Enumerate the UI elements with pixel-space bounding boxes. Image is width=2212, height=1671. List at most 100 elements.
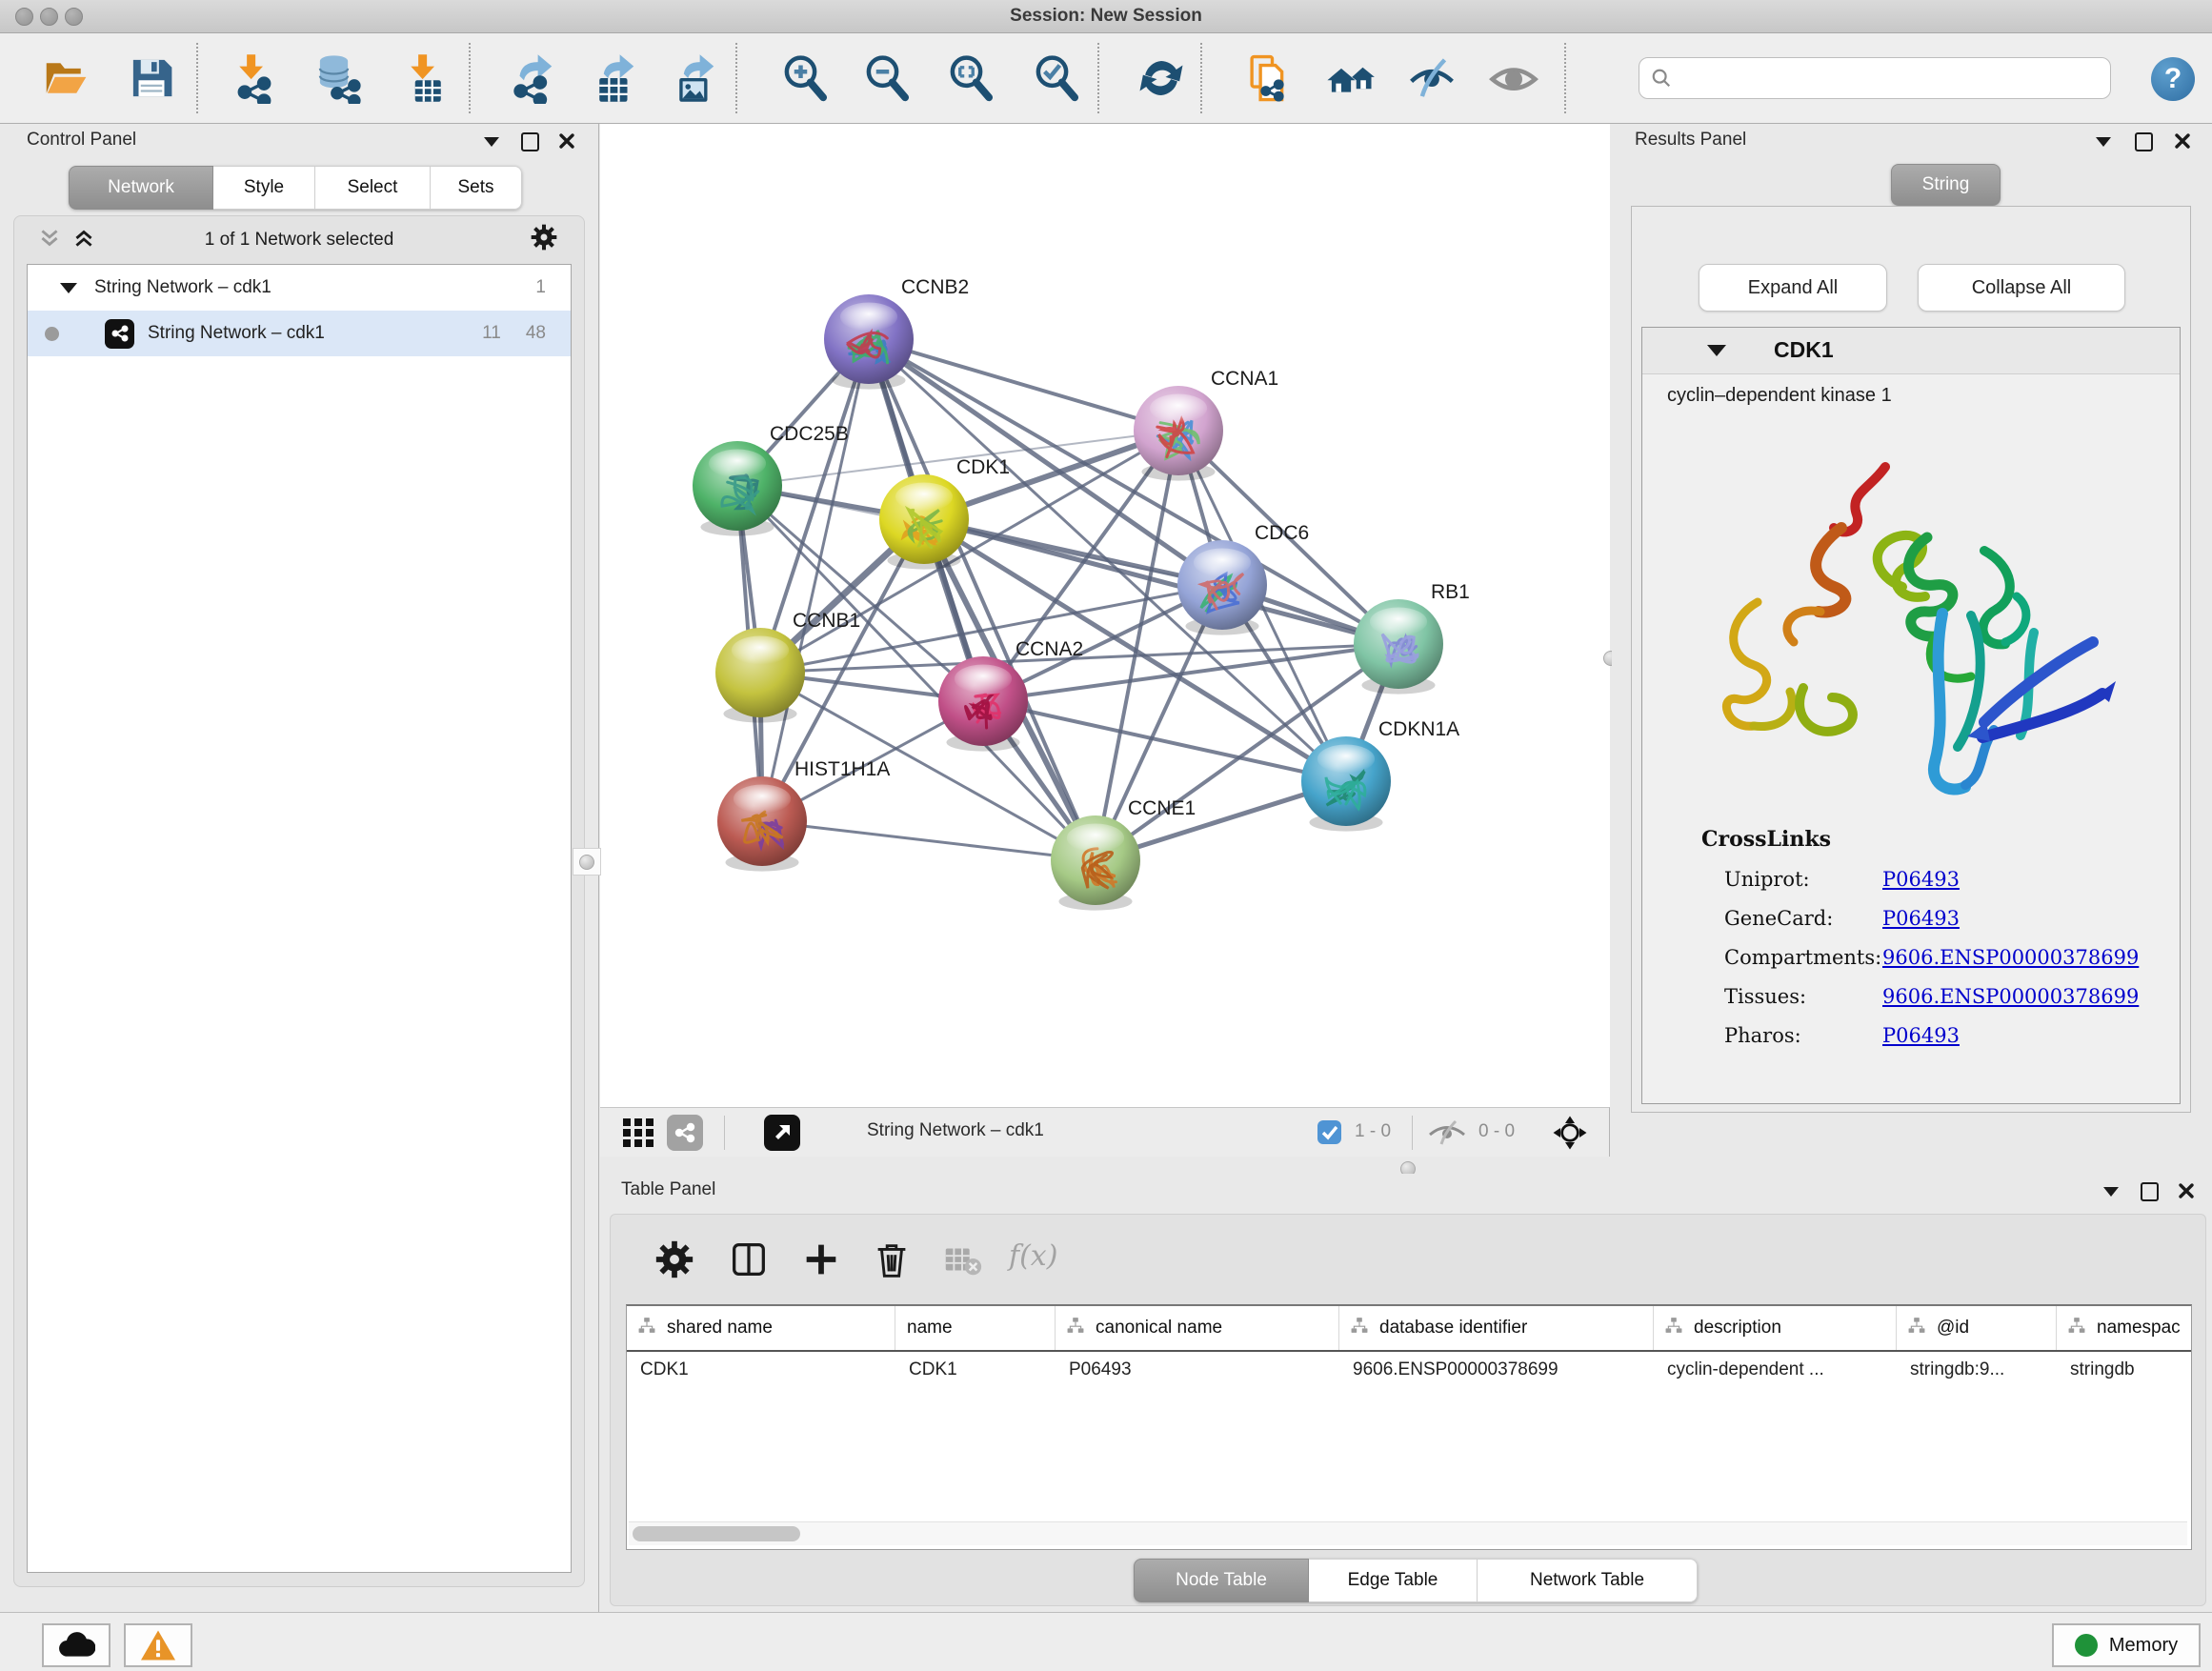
zoom-in-icon[interactable] xyxy=(779,52,831,104)
left-splitter-handle[interactable] xyxy=(573,848,601,876)
network-node-RB1[interactable] xyxy=(1354,599,1443,695)
grid-view-icon[interactable] xyxy=(621,1115,655,1154)
network-node-HIST1H1A[interactable] xyxy=(717,776,807,872)
network-node-CDK1[interactable] xyxy=(879,474,969,570)
open-session-icon[interactable] xyxy=(40,52,91,104)
help-button[interactable]: ? xyxy=(2151,57,2195,101)
panel-float-icon[interactable] xyxy=(2135,132,2153,151)
hide-selected-eye-slash-icon[interactable] xyxy=(1406,52,1458,104)
import-table-from-file-icon[interactable] xyxy=(400,52,452,104)
scrollbar-thumb[interactable] xyxy=(633,1526,800,1541)
zoom-selected-icon[interactable] xyxy=(1031,52,1082,104)
crosslink-link[interactable]: 9606.ENSP00000378699 xyxy=(1882,985,2139,1008)
selected-checkbox-icon[interactable] xyxy=(1317,1119,1342,1150)
network-node-CCNB1[interactable] xyxy=(715,628,805,723)
tab-string[interactable]: String xyxy=(1891,164,2001,206)
network-node-CDC6[interactable] xyxy=(1177,540,1267,635)
tab-sets[interactable]: Sets xyxy=(431,166,522,210)
network-node-CCNA2[interactable] xyxy=(938,656,1028,752)
column-header-database-identifier[interactable]: database identifier xyxy=(1339,1306,1654,1350)
crosslink-link[interactable]: P06493 xyxy=(1882,907,1960,930)
add-column-plus-icon[interactable] xyxy=(799,1238,843,1281)
tab-edge-table[interactable]: Edge Table xyxy=(1309,1559,1478,1602)
network-view-icon[interactable] xyxy=(667,1115,703,1151)
panel-close-icon[interactable] xyxy=(2178,1182,2195,1199)
table-cell[interactable]: stringdb xyxy=(2057,1352,2191,1388)
table-options-gear-icon[interactable] xyxy=(653,1238,696,1281)
network-canvas[interactable]: CCNB2CCNA1CDC25BCDK1CDC6RB1CCNB1CCNA2CDK… xyxy=(600,124,1610,1107)
table-horizontal-scrollbar[interactable] xyxy=(629,1521,2187,1545)
network-list-group: 1 of 1 Network selected String Network –… xyxy=(13,215,585,1587)
table-cell[interactable]: cyclin-dependent ... xyxy=(1654,1352,1897,1388)
tab-node-table[interactable]: Node Table xyxy=(1134,1559,1309,1602)
search-input[interactable] xyxy=(1679,67,2110,90)
delete-column-trash-icon[interactable] xyxy=(870,1238,914,1281)
export-network-icon[interactable] xyxy=(507,52,558,104)
panel-close-icon[interactable] xyxy=(558,132,575,150)
table-row[interactable]: CDK1CDK1P064939606.ENSP00000378699cyclin… xyxy=(627,1352,2191,1388)
network-row[interactable]: String Network – cdk1 11 48 xyxy=(28,311,571,356)
crosslink-link[interactable]: P06493 xyxy=(1882,868,1960,891)
import-network-from-file-icon[interactable] xyxy=(229,52,280,104)
column-header-namespac[interactable]: namespac xyxy=(2057,1306,2191,1350)
hidden-eye-slash-icon[interactable] xyxy=(1427,1119,1467,1151)
collapse-all-button[interactable]: Collapse All xyxy=(1918,264,2125,312)
panel-float-icon[interactable] xyxy=(2141,1182,2159,1201)
birds-eye-view-icon[interactable] xyxy=(764,1115,800,1151)
network-edge-CCNB2-CCNA1[interactable] xyxy=(869,339,1178,431)
search-box[interactable] xyxy=(1639,57,2111,99)
save-session-icon[interactable] xyxy=(126,52,177,104)
panel-menu-caret-icon[interactable] xyxy=(2103,1187,2119,1197)
delete-table-icon[interactable] xyxy=(940,1238,984,1281)
panel-menu-caret-icon[interactable] xyxy=(2096,137,2111,147)
show-columns-icon[interactable] xyxy=(727,1238,771,1281)
tab-style[interactable]: Style xyxy=(213,166,315,210)
warning-status-button[interactable] xyxy=(124,1623,192,1667)
center-view-crosshair-icon[interactable] xyxy=(1551,1114,1589,1157)
zoom-fit-icon[interactable] xyxy=(945,52,996,104)
crosslink-link[interactable]: 9606.ENSP00000378699 xyxy=(1882,946,2139,969)
table-cell[interactable]: CDK1 xyxy=(895,1352,1056,1388)
panel-menu-caret-icon[interactable] xyxy=(484,137,499,147)
table-cell[interactable]: stringdb:9... xyxy=(1897,1352,2057,1388)
home-icon[interactable] xyxy=(1324,52,1376,104)
function-builder-icon[interactable]: f(x) xyxy=(1009,1239,1057,1273)
table-cell[interactable]: P06493 xyxy=(1056,1352,1339,1388)
panel-close-icon[interactable] xyxy=(2174,132,2191,150)
network-node-CDC25B[interactable] xyxy=(693,441,782,536)
toolbar-separator xyxy=(1564,43,1566,113)
zoom-out-icon[interactable] xyxy=(861,52,913,104)
export-image-icon[interactable] xyxy=(669,52,720,104)
network-node-CDKN1A[interactable] xyxy=(1301,736,1391,832)
column-header-description[interactable]: description xyxy=(1654,1306,1897,1350)
tab-network-table[interactable]: Network Table xyxy=(1478,1559,1698,1602)
collection-expand-caret-icon[interactable] xyxy=(60,283,77,293)
network-node-label-CCNA2: CCNA2 xyxy=(1016,638,1083,660)
cloud-status-button[interactable] xyxy=(42,1623,111,1667)
network-options-gear-icon[interactable] xyxy=(529,222,559,252)
clone-network-icon[interactable] xyxy=(1242,52,1294,104)
memory-button[interactable]: Memory xyxy=(2052,1623,2201,1667)
network-edge-HIST1H1A-CCNE1[interactable] xyxy=(762,821,1096,860)
table-cell[interactable]: 9606.ENSP00000378699 xyxy=(1339,1352,1654,1388)
column-header-name[interactable]: name xyxy=(895,1306,1056,1350)
tab-network[interactable]: Network xyxy=(69,166,213,210)
column-header--id[interactable]: @id xyxy=(1897,1306,2057,1350)
column-header-canonical-name[interactable]: canonical name xyxy=(1056,1306,1339,1350)
import-network-from-database-icon[interactable] xyxy=(312,52,364,104)
network-collection-row[interactable]: String Network – cdk1 1 xyxy=(28,265,571,311)
show-all-eye-icon[interactable] xyxy=(1488,52,1539,104)
tab-select[interactable]: Select xyxy=(315,166,431,210)
crosslink-link[interactable]: P06493 xyxy=(1882,1024,1960,1047)
expand-all-button[interactable]: Expand All xyxy=(1699,264,1887,312)
entry-header[interactable]: CDK1 xyxy=(1642,328,2180,374)
network-node-CCNE1[interactable] xyxy=(1051,815,1140,911)
network-node-CCNA1[interactable] xyxy=(1134,386,1223,481)
panel-float-icon[interactable] xyxy=(521,132,539,151)
column-header-shared-name[interactable]: shared name xyxy=(627,1306,895,1350)
network-edge-CCNB2-HIST1H1A[interactable] xyxy=(762,339,869,821)
export-table-icon[interactable] xyxy=(589,52,640,104)
table-cell[interactable]: CDK1 xyxy=(627,1352,895,1388)
entry-collapse-caret-icon[interactable] xyxy=(1707,345,1726,356)
refresh-icon[interactable] xyxy=(1136,52,1187,104)
